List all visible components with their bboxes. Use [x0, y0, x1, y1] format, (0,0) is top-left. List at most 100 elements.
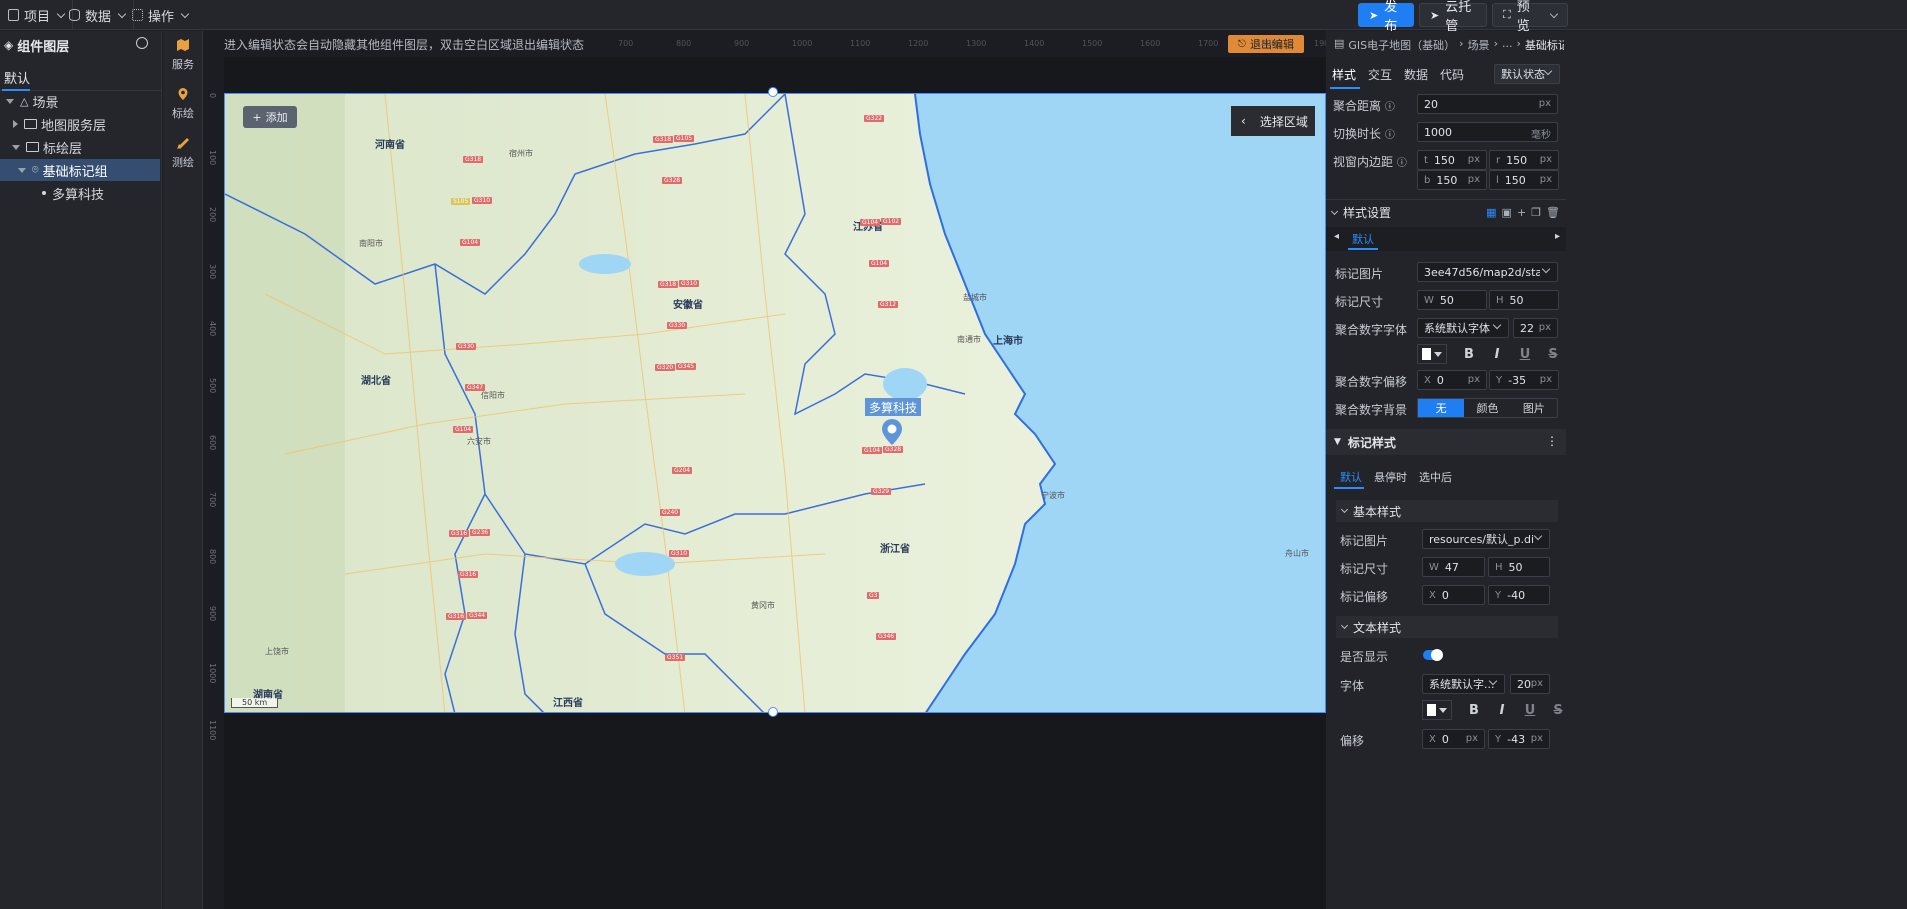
underline-icon[interactable]: U [1519, 347, 1531, 362]
padding-bottom-input[interactable]: b 150 px [1417, 170, 1487, 190]
marker-style-header[interactable]: ▼ 标记样式 ⋮ [1326, 429, 1566, 455]
marker-width-input[interactable]: W 50 [1417, 290, 1487, 310]
style-actions: ▦ ▣ + ❐ 🗑 [1486, 206, 1560, 219]
state-select[interactable]: 默认状态 [1494, 64, 1560, 84]
search-icon[interactable] [136, 37, 148, 49]
tab-hover[interactable]: 悬停时 [1374, 469, 1407, 485]
m-height-input[interactable]: H 50 [1488, 557, 1550, 577]
caret-right-icon[interactable] [13, 120, 18, 128]
cluster-distance-input[interactable]: 20 px [1417, 94, 1558, 114]
add-button[interactable]: + 添加 [243, 106, 297, 128]
viewport-padding-label: 视窗内边距 ⓘ [1333, 155, 1407, 169]
marker-state-tabs: 默认 悬停时 选中后 [1340, 469, 1452, 485]
color-picker[interactable] [1417, 344, 1447, 364]
bold-icon[interactable]: B [1463, 347, 1475, 362]
tool-service[interactable]: 服务 [163, 38, 203, 86]
tab-default[interactable]: 默认 [0, 61, 162, 91]
m-offset-y[interactable]: Y -40 [1488, 585, 1550, 605]
option-image[interactable]: 图片 [1511, 399, 1557, 417]
tree-label: 基础标记组 [42, 164, 108, 180]
tab-code[interactable]: 代码 [1440, 66, 1464, 83]
underline-icon[interactable]: U [1524, 703, 1536, 718]
menu-operate[interactable]: 操作 [124, 0, 196, 30]
tab-selected[interactable]: 选中后 [1419, 469, 1452, 485]
style-settings-header[interactable]: 样式设置 ▦ ▣ + ❐ 🗑 [1326, 199, 1566, 225]
help-icon[interactable]: ⓘ [1385, 102, 1395, 113]
tab-default[interactable]: 默认 [1340, 469, 1362, 485]
arrow-right-icon[interactable]: ▸ [1555, 231, 1560, 242]
marker-image-label: 标记图片 [1335, 267, 1384, 281]
switch-duration-input[interactable]: 1000 毫秒 [1417, 122, 1558, 142]
arrow-left-icon[interactable]: ◂ [1334, 231, 1339, 242]
chevron-left-icon[interactable]: ‹ [1241, 114, 1246, 128]
tree-item-marker[interactable]: 多算科技 [0, 182, 160, 204]
add-icon[interactable]: + [1517, 206, 1526, 219]
color-picker[interactable] [1422, 700, 1452, 720]
marker-label[interactable]: 多算科技 [865, 398, 922, 416]
help-icon[interactable]: ⓘ [1397, 158, 1407, 169]
map-viewport[interactable]: 河南省江苏省安徽省湖北省上海市浙江省湖南省江西省宿州市南阳市盐城市南通市信阳市上… [224, 93, 1326, 713]
cluster-bg-segment[interactable]: 无 颜色 图片 [1417, 398, 1558, 418]
breadcrumb-item[interactable]: 场景 [1468, 37, 1490, 53]
table-icon[interactable]: ▦ [1486, 206, 1496, 219]
style-tab-default[interactable]: 默认 [1352, 231, 1374, 247]
tree-item-scene[interactable]: △ 场景 [0, 90, 160, 112]
preview-button[interactable]: ⛶ 预览 [1492, 0, 1568, 34]
cluster-offset-x[interactable]: X 0 px [1417, 370, 1487, 390]
tree-item-plot-layer[interactable]: 标绘层 [0, 136, 160, 158]
strikethrough-icon[interactable]: S [1552, 703, 1564, 718]
bold-icon[interactable]: B [1468, 703, 1480, 718]
basic-style-header[interactable]: 基本样式 [1336, 500, 1558, 522]
offset-x[interactable]: X 0 px [1422, 729, 1485, 749]
input-value: 1000 [1424, 125, 1452, 139]
marker-height-input[interactable]: H 50 [1489, 290, 1559, 310]
text-style-header[interactable]: 文本样式 [1336, 616, 1558, 638]
tab-style[interactable]: 样式 [1332, 66, 1356, 83]
option-none[interactable]: 无 [1418, 399, 1465, 417]
visible-toggle[interactable] [1423, 649, 1443, 661]
tool-plot[interactable]: 标绘 [163, 87, 203, 135]
caret-down-icon[interactable] [18, 167, 26, 173]
cluster-offset-y[interactable]: Y -35 px [1489, 370, 1559, 390]
chevron-down-icon [1330, 207, 1339, 215]
select-area-panel[interactable]: ‹ 选择区域 [1231, 106, 1315, 136]
bullet-icon [42, 191, 46, 195]
marker-pin-icon[interactable] [881, 418, 903, 446]
m-offset-x[interactable]: X0 [1422, 585, 1485, 605]
padding-top-input[interactable]: t 150 px [1417, 150, 1487, 170]
province-label: 安徽省 [673, 300, 703, 311]
italic-icon[interactable]: I [1496, 703, 1508, 718]
tool-survey[interactable]: 测绘 [163, 136, 203, 184]
font-size-input[interactable]: 20 px [1510, 674, 1550, 694]
marker-image-select[interactable]: 3ee47d56/map2d/static/i... [1417, 262, 1558, 282]
tab-data[interactable]: 数据 [1404, 66, 1428, 83]
ruler-tick-label: 800 [676, 39, 692, 48]
more-icon[interactable]: ⋮ [1546, 434, 1558, 448]
padding-left-input[interactable]: l 150 px [1489, 170, 1559, 190]
italic-icon[interactable]: I [1491, 347, 1503, 362]
resize-handle-bottom[interactable] [768, 707, 778, 717]
option-color[interactable]: 颜色 [1464, 399, 1510, 417]
breadcrumb-item[interactable]: GIS电子地图（基础） [1348, 37, 1455, 53]
caret-down-icon[interactable] [12, 144, 20, 150]
offset-y[interactable]: Y -43 px [1488, 729, 1550, 749]
delete-icon[interactable]: 🗑 [1546, 206, 1560, 219]
cloud-button[interactable]: ➤ 云托管 [1419, 0, 1487, 34]
padding-right-input[interactable]: r 150 px [1489, 150, 1559, 170]
tab-interaction[interactable]: 交互 [1368, 66, 1392, 83]
font-select[interactable]: 系统默认字... [1422, 674, 1505, 694]
copy-icon[interactable]: ❐ [1531, 206, 1541, 219]
cluster-font-select[interactable]: 系统默认字体 [1417, 318, 1509, 338]
caret-down-icon[interactable] [6, 98, 14, 104]
publish-button[interactable]: ➤ 发布 [1358, 0, 1414, 34]
resize-handle-top[interactable] [768, 87, 778, 97]
menu-label: 操作 [148, 9, 175, 25]
m-width-input[interactable]: W 47 [1422, 557, 1485, 577]
strikethrough-icon[interactable]: S [1547, 347, 1559, 362]
layout-icon[interactable]: ▣ [1502, 206, 1512, 219]
tree-item-map-service[interactable]: 地图服务层 [0, 113, 160, 135]
help-icon[interactable]: ⓘ [1385, 130, 1395, 141]
tree-item-marker-group[interactable]: ⌾ 基础标记组 [0, 159, 160, 181]
cluster-font-size-input[interactable]: 22 px [1513, 318, 1558, 338]
m-image-select[interactable]: resources/默认_p.di [1422, 529, 1550, 549]
